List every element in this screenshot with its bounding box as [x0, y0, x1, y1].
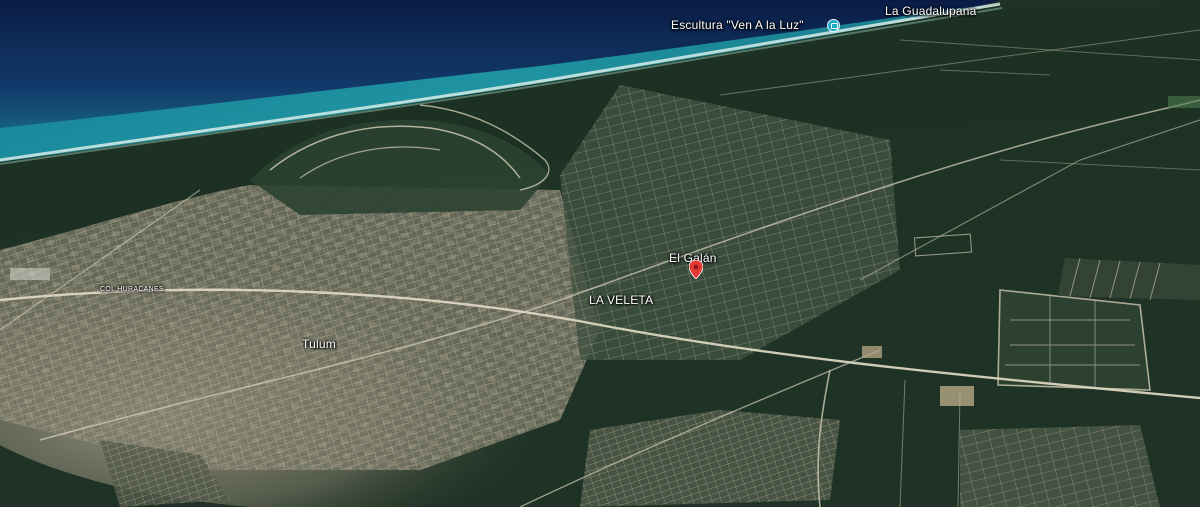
place-label-col-huracanes[interactable]: COL HURACANES: [100, 286, 164, 293]
place-label-tulum[interactable]: Tulum: [302, 337, 336, 351]
map-imagery: [0, 0, 1200, 507]
map-pin-icon[interactable]: [689, 260, 703, 279]
camera-icon[interactable]: [827, 19, 840, 32]
satellite-map[interactable]: Escultura "Ven A la Luz" La Guadalupana …: [0, 0, 1200, 507]
place-label-la-veleta[interactable]: LA VELETA: [589, 293, 653, 307]
place-label-la-guadalupana[interactable]: La Guadalupana: [885, 4, 977, 18]
poi-label-escultura[interactable]: Escultura "Ven A la Luz": [671, 18, 804, 32]
